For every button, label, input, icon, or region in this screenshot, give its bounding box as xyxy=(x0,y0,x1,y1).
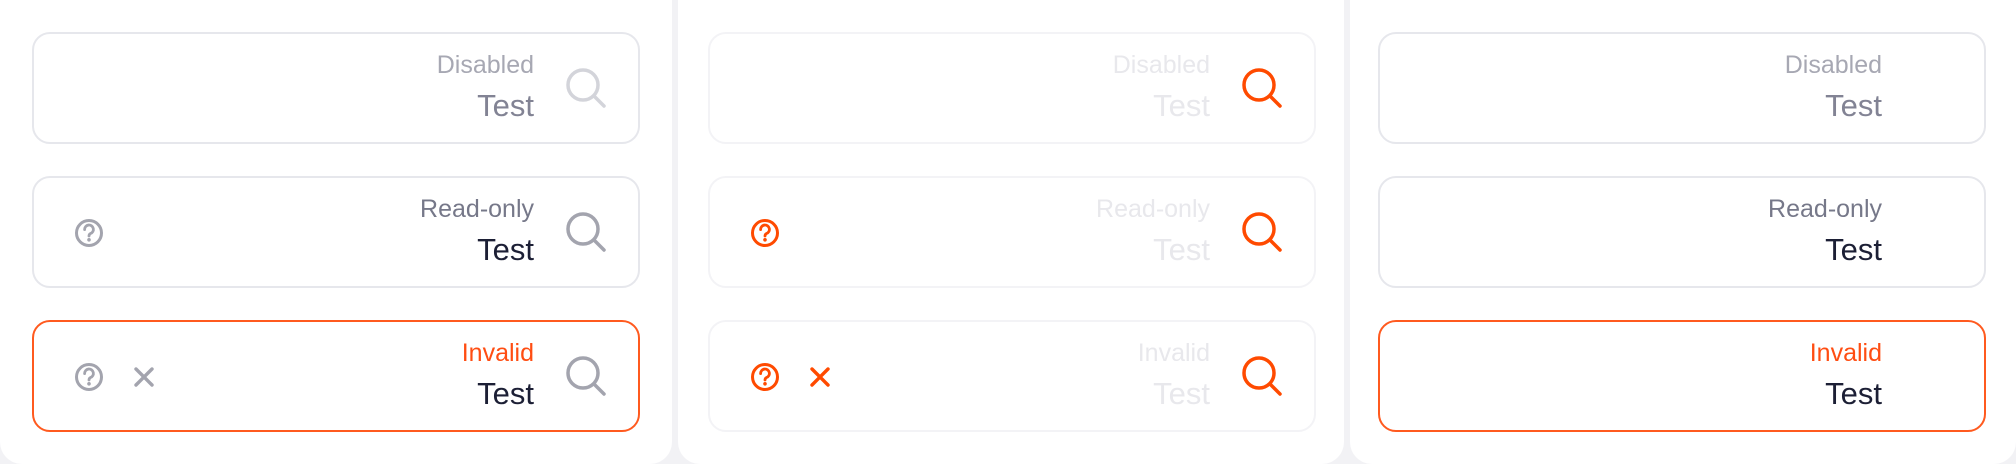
field-value: Test xyxy=(1825,88,1882,123)
column-panel-accent-icons: Disabled Test Read-only Test Invalid Tes… xyxy=(678,0,1344,464)
disabled-field: Disabled Test xyxy=(708,32,1316,144)
field-value: Test xyxy=(1153,88,1210,123)
read-only-field: Read-only Test xyxy=(32,176,640,288)
help-circle-icon[interactable] xyxy=(750,218,780,248)
clear-x-icon[interactable] xyxy=(132,365,156,389)
field-label: Invalid xyxy=(461,339,534,367)
clear-x-icon[interactable] xyxy=(808,365,832,389)
field-label: Invalid xyxy=(1137,339,1210,367)
field-label: Invalid xyxy=(1809,339,1882,367)
help-circle-icon[interactable] xyxy=(750,362,780,392)
invalid-field[interactable]: Invalid Test xyxy=(32,320,640,432)
search-icon[interactable] xyxy=(564,354,608,398)
read-only-field: Read-only Test xyxy=(708,176,1316,288)
field-value: Test xyxy=(1825,376,1882,411)
field-value: Test xyxy=(1153,232,1210,267)
column-panel-default: Disabled Test Read-only Test Invalid Tes… xyxy=(0,0,672,464)
field-value: Test xyxy=(477,232,534,267)
field-label: Disabled xyxy=(1784,51,1882,79)
search-icon[interactable] xyxy=(564,210,608,254)
field-label: Read-only xyxy=(1768,195,1882,223)
field-value: Test xyxy=(1153,376,1210,411)
field-value: Test xyxy=(477,376,534,411)
column-panel-no-icons: Disabled Test Read-only Test Invalid Tes… xyxy=(1350,0,2016,464)
invalid-field[interactable]: Invalid Test xyxy=(1378,320,1986,432)
field-label: Read-only xyxy=(1096,195,1210,223)
field-value: Test xyxy=(1825,232,1882,267)
field-label: Disabled xyxy=(1112,51,1210,79)
search-icon xyxy=(566,68,606,108)
read-only-field: Read-only Test xyxy=(1378,176,1986,288)
disabled-field: Disabled Test xyxy=(1378,32,1986,144)
field-label: Disabled xyxy=(436,51,534,79)
invalid-field[interactable]: Invalid Test xyxy=(708,320,1316,432)
help-circle-icon[interactable] xyxy=(74,362,104,392)
search-icon[interactable] xyxy=(1240,210,1284,254)
help-circle-icon[interactable] xyxy=(74,218,104,248)
disabled-field: Disabled Test xyxy=(32,32,640,144)
field-label: Read-only xyxy=(420,195,534,223)
field-value: Test xyxy=(477,88,534,123)
search-icon[interactable] xyxy=(1240,354,1284,398)
search-icon xyxy=(1242,68,1282,108)
